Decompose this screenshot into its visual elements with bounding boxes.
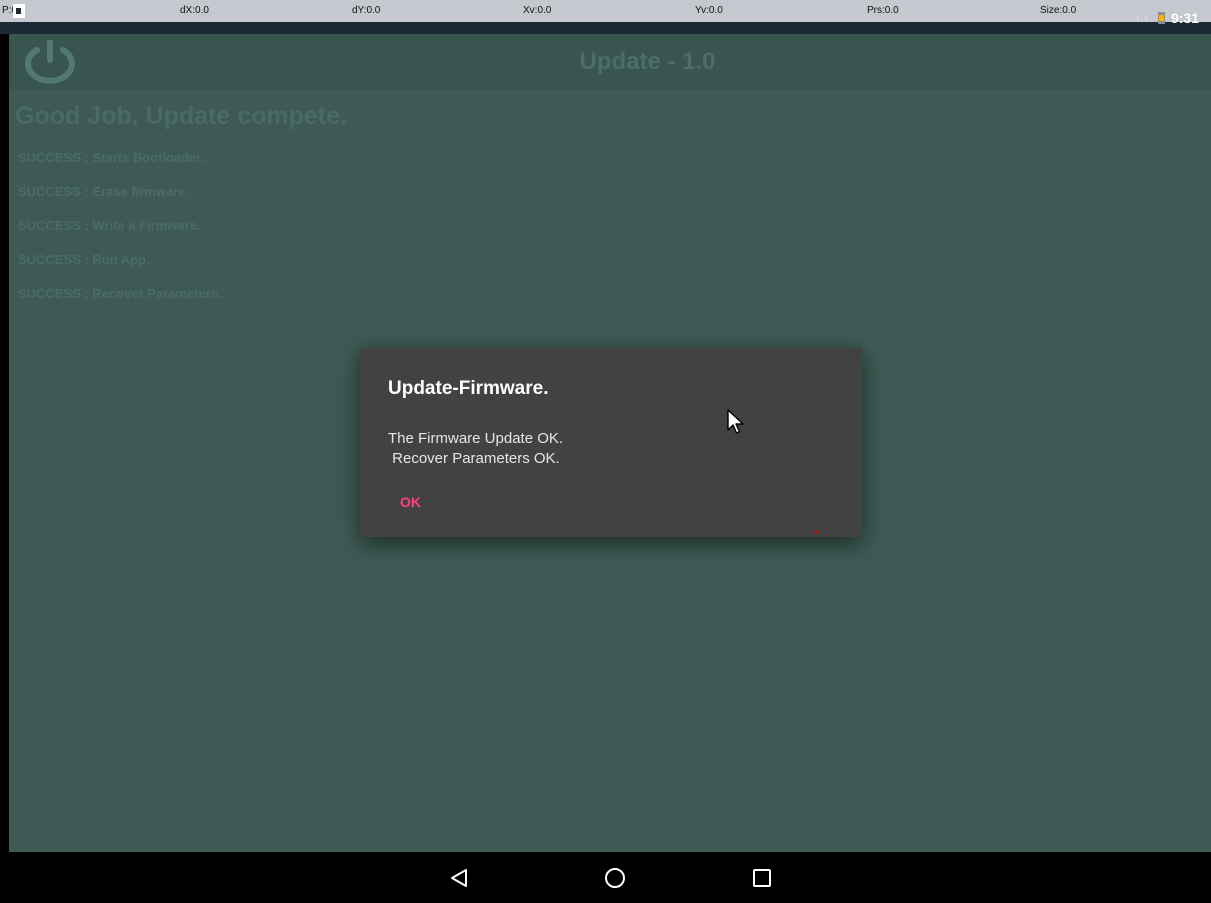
ok-button[interactable]: OK bbox=[388, 490, 433, 514]
pointer-size: Size:0.0 bbox=[1040, 5, 1077, 16]
pointer-dy: dY:0.0 bbox=[352, 5, 381, 16]
update-log: SUCCESS : Starts Bootloader. SUCCESS : E… bbox=[18, 148, 222, 318]
home-icon bbox=[605, 868, 625, 888]
home-button[interactable] bbox=[601, 866, 629, 890]
log-item: SUCCESS : Run App. bbox=[18, 252, 150, 267]
touch-indicator-dot bbox=[815, 530, 818, 533]
data-transfer-icon: ‹·› bbox=[1135, 11, 1148, 25]
device-screen: P:0/1 dX:0.0 dY:0.0 Xv:0.0 Yv:0.0 Prs:0.… bbox=[0, 0, 1211, 903]
recent-apps-button[interactable] bbox=[748, 866, 776, 890]
log-item: SUCCESS : Write a Firmware. bbox=[18, 218, 201, 233]
log-item: SUCCESS : Recover Parameters. bbox=[18, 286, 222, 301]
pointer-xv: Xv:0.0 bbox=[523, 5, 552, 16]
app-title: Update - 1.0 bbox=[579, 48, 716, 75]
status-bar-right: ‹·› 9:31 bbox=[1136, 6, 1199, 30]
dialog-title: Update-Firmware. bbox=[388, 378, 549, 399]
log-item: SUCCESS : Starts Bootloader. bbox=[18, 150, 205, 165]
back-button[interactable] bbox=[446, 866, 474, 890]
app-header: Update - 1.0 bbox=[9, 34, 1211, 90]
status-time: 9:31 bbox=[1170, 10, 1199, 26]
update-headline: Good Job. Update compete. bbox=[15, 102, 347, 130]
update-firmware-dialog: Update-Firmware. The Firmware Update OK.… bbox=[360, 348, 862, 537]
status-bar bbox=[0, 22, 1211, 34]
mouse-cursor-icon bbox=[727, 409, 744, 434]
navigation-bar bbox=[0, 852, 1211, 903]
back-icon bbox=[451, 869, 467, 887]
pointer-dx: dX:0.0 bbox=[180, 5, 209, 16]
pointer-location-bar: P:0/1 dX:0.0 dY:0.0 Xv:0.0 Yv:0.0 Prs:0.… bbox=[0, 0, 1211, 22]
pointer-pressure: Prs:0.0 bbox=[867, 5, 899, 16]
battery-charging-icon bbox=[1157, 12, 1165, 24]
notification-icon bbox=[13, 4, 25, 18]
log-item: SUCCESS : Erase firmware. bbox=[18, 184, 190, 199]
recent-apps-icon bbox=[753, 869, 771, 887]
pointer-yv: Yv:0.0 bbox=[695, 5, 723, 16]
dialog-message: The Firmware Update OK. Recover Paramete… bbox=[388, 430, 564, 467]
